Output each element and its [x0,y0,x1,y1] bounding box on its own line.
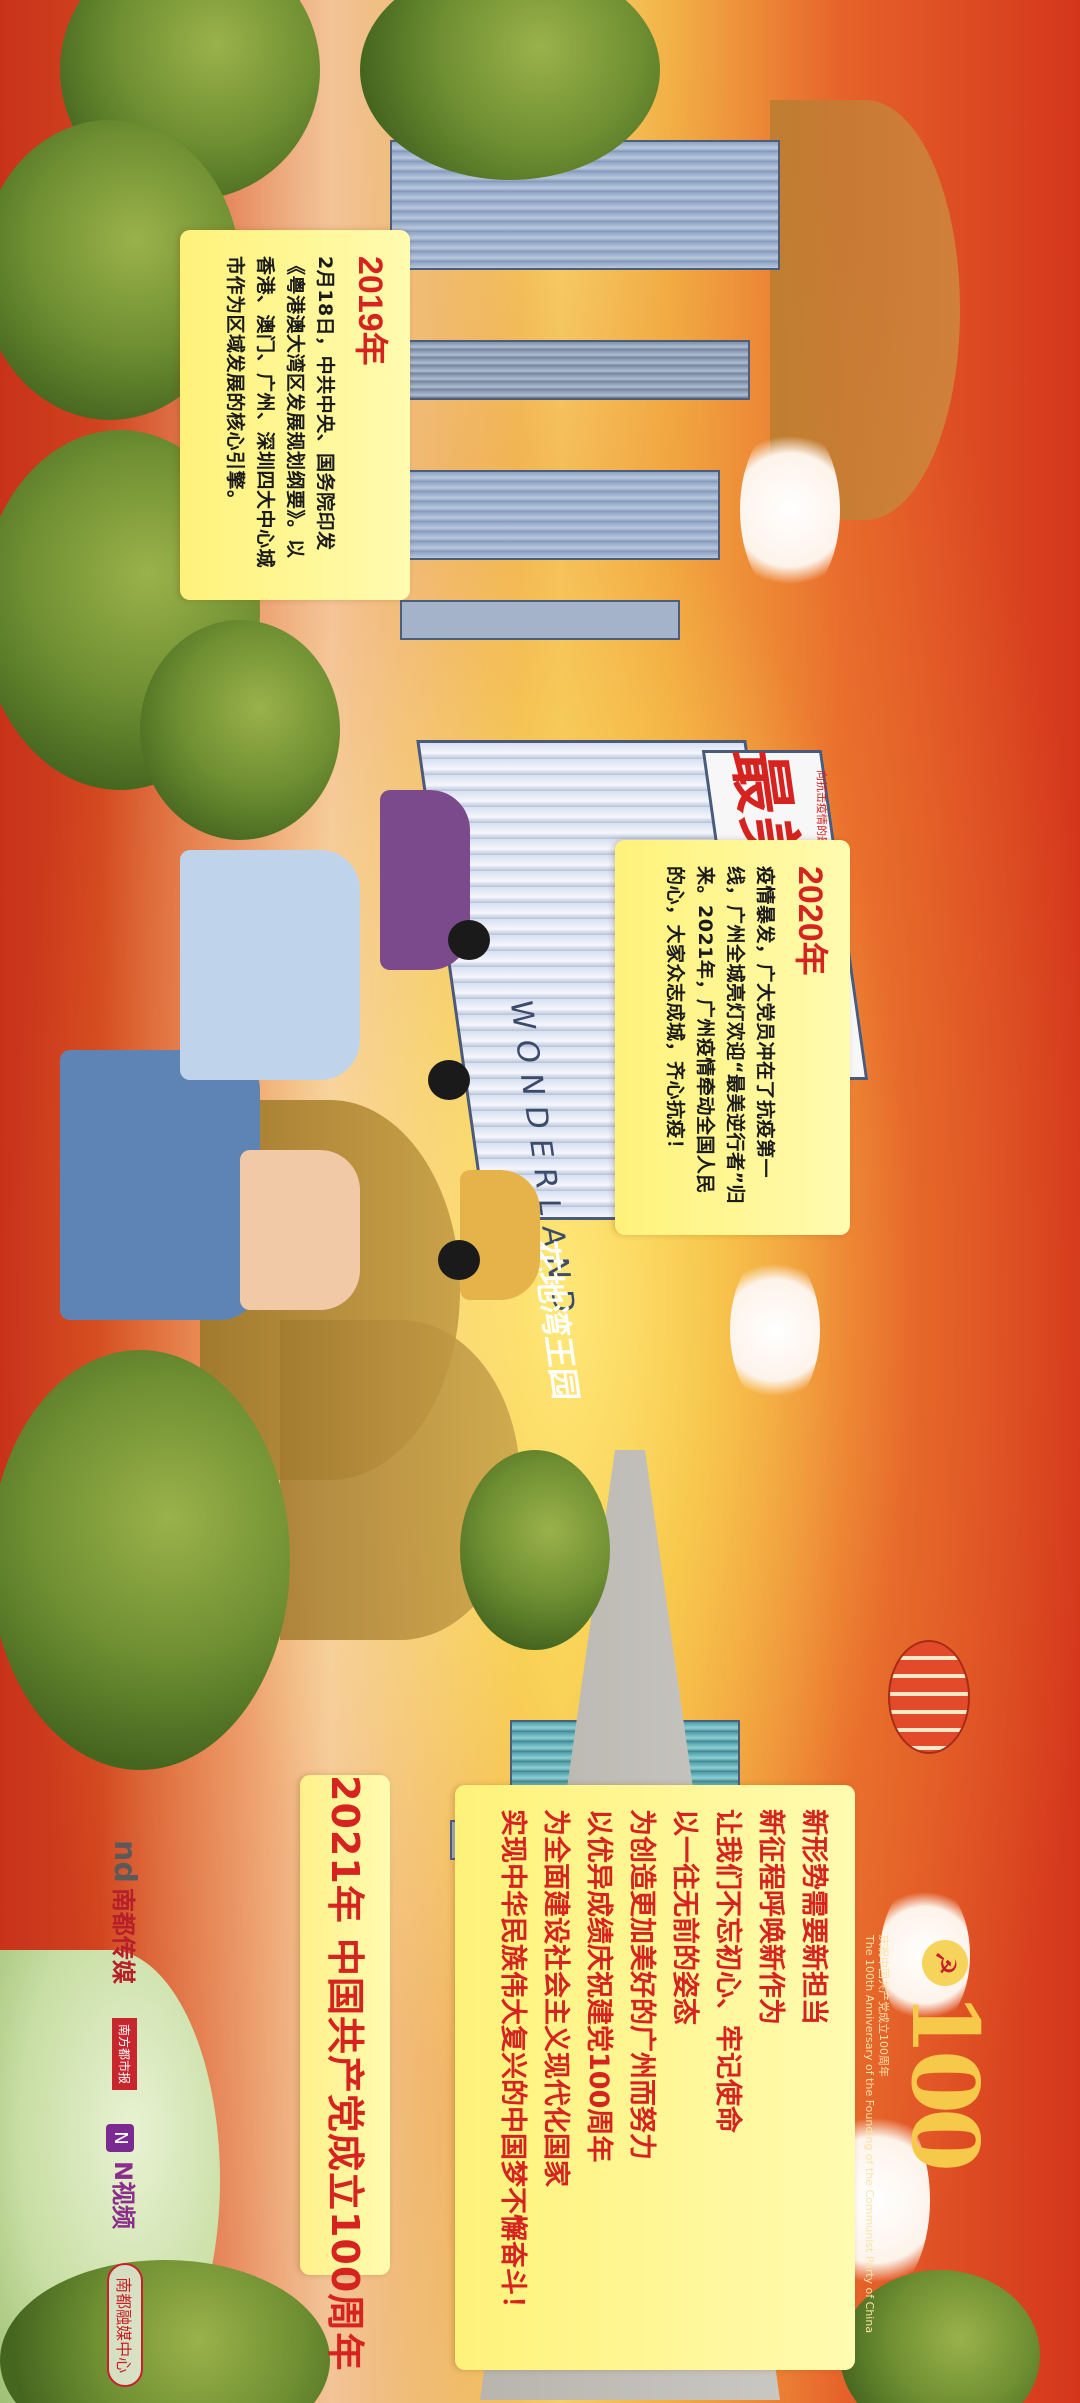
party-emblem-icon: ☭ [922,1940,968,1986]
motto-line: 以优异成绩庆祝建党100周年 [583,1809,614,2163]
centenary-caption: 庆祝中国共产党成立100周年 The 100th Anniversary of … [862,1935,890,2334]
motto-line: 新征程呼唤新作为 [755,1809,786,2025]
n-video-icon: N [106,2123,135,2152]
centenary-caption-en: The 100th Anniversary of the Founding of… [863,1935,876,2334]
media-center-badge: 南都融媒中心 [107,2263,143,2388]
panel-2019-text: 2月18日，中共中央、国务院印发《粤港澳大湾区发展规划纲要》。以香港、澳门、广州… [224,256,336,569]
motto-line: 新形势需要新担当 [798,1809,829,2025]
person-doctor [60,1050,260,1320]
motto-line: 为全面建设社会主义现代化国家 [540,1809,571,2187]
person-head [428,1060,470,1100]
building-tower [400,470,720,560]
brand-n-video: N N视频 [106,2123,144,2230]
panel-2020: 2020年 疫情暴发，广大党员冲在了抗疫第一线，广州全城亮灯欢迎“最美逆行者”归… [615,840,850,1235]
centenary-caption-cn: 庆祝中国共产党成立100周年 [877,1935,890,2077]
nd-name: 南都传媒 [109,1887,137,1984]
tree [140,620,340,840]
cloud [730,1250,820,1410]
nd-logo-icon: nd [107,1840,142,1883]
panel-2020-year: 2020年 [791,866,829,976]
brand-nd: nd 南都传媒 [107,1840,143,1984]
person-medic-protective-suit [180,850,360,1080]
motto-line: 以一往无前的姿态 [669,1809,700,2025]
brand-bar: nd 南都传媒 南方都市报 N N视频 南都融媒中心 [95,1840,155,2388]
person-head [438,1240,480,1280]
person-head [448,920,490,960]
panel-2020-text: 疫情暴发，广大党员冲在了抗疫第一线，广州全城亮灯欢迎“最美逆行者”归来。2021… [664,866,776,1204]
rotated-canvas: 最美逆行者 向抗击疫情的最美逆行者致敬 WONDERLAND 花地湾王园 201… [0,0,1080,2403]
cloud [740,420,840,600]
centenary-number: 100 [891,1992,999,2167]
centenary-logo: ☭ 100 [880,1940,1010,2240]
tree [460,1450,610,1650]
motto-line: 让我们不忘初心、牢记使命 [712,1809,743,2133]
panel-2019: 2019年 2月18日，中共中央、国务院印发《粤港澳大湾区发展规划纲要》。以香港… [180,230,410,600]
lantern-icon [888,1640,970,1754]
panel-2021-title: 2021年 中国共产党成立100周年 [300,1775,390,2371]
nd-tag: 南方都市报 [112,2017,138,2090]
n-video-name: N视频 [109,2161,138,2230]
panel-2021-motto: 新形势需要新担当 新征程呼唤新作为 让我们不忘初心、牢记使命 以一往无前的姿态 … [455,1785,855,2370]
person-patient-face [240,1150,360,1310]
building-tv-tower [400,600,680,640]
motto-line: 实现中华民族伟大复兴的中国梦不懈奋斗！ [497,1809,528,2322]
tree [0,1350,290,1770]
building-canton-tower [400,340,750,400]
motto-line: 为创造更加美好的广州而努力 [626,1809,657,2160]
poster: 最美逆行者 向抗击疫情的最美逆行者致敬 WONDERLAND 花地湾王园 201… [0,0,1080,2403]
panel-2019-year: 2019年 [351,256,389,366]
person-crowd [460,1170,540,1300]
